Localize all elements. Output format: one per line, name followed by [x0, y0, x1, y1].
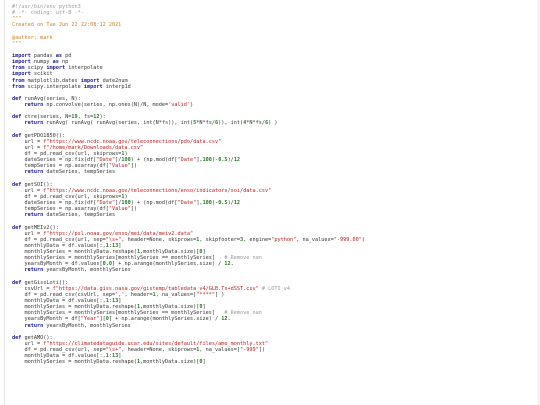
editor-gutter: [4, 0, 5, 405]
code-area[interactable]: #!/usr/bin/env python3 # -*- coding: utf-…: [12, 4, 536, 365]
code-line[interactable]: monthlySeries = monthlyData.reshape(1,mo…: [12, 359, 536, 365]
code-editor[interactable]: #!/usr/bin/env python3 # -*- coding: utf-…: [0, 0, 540, 405]
